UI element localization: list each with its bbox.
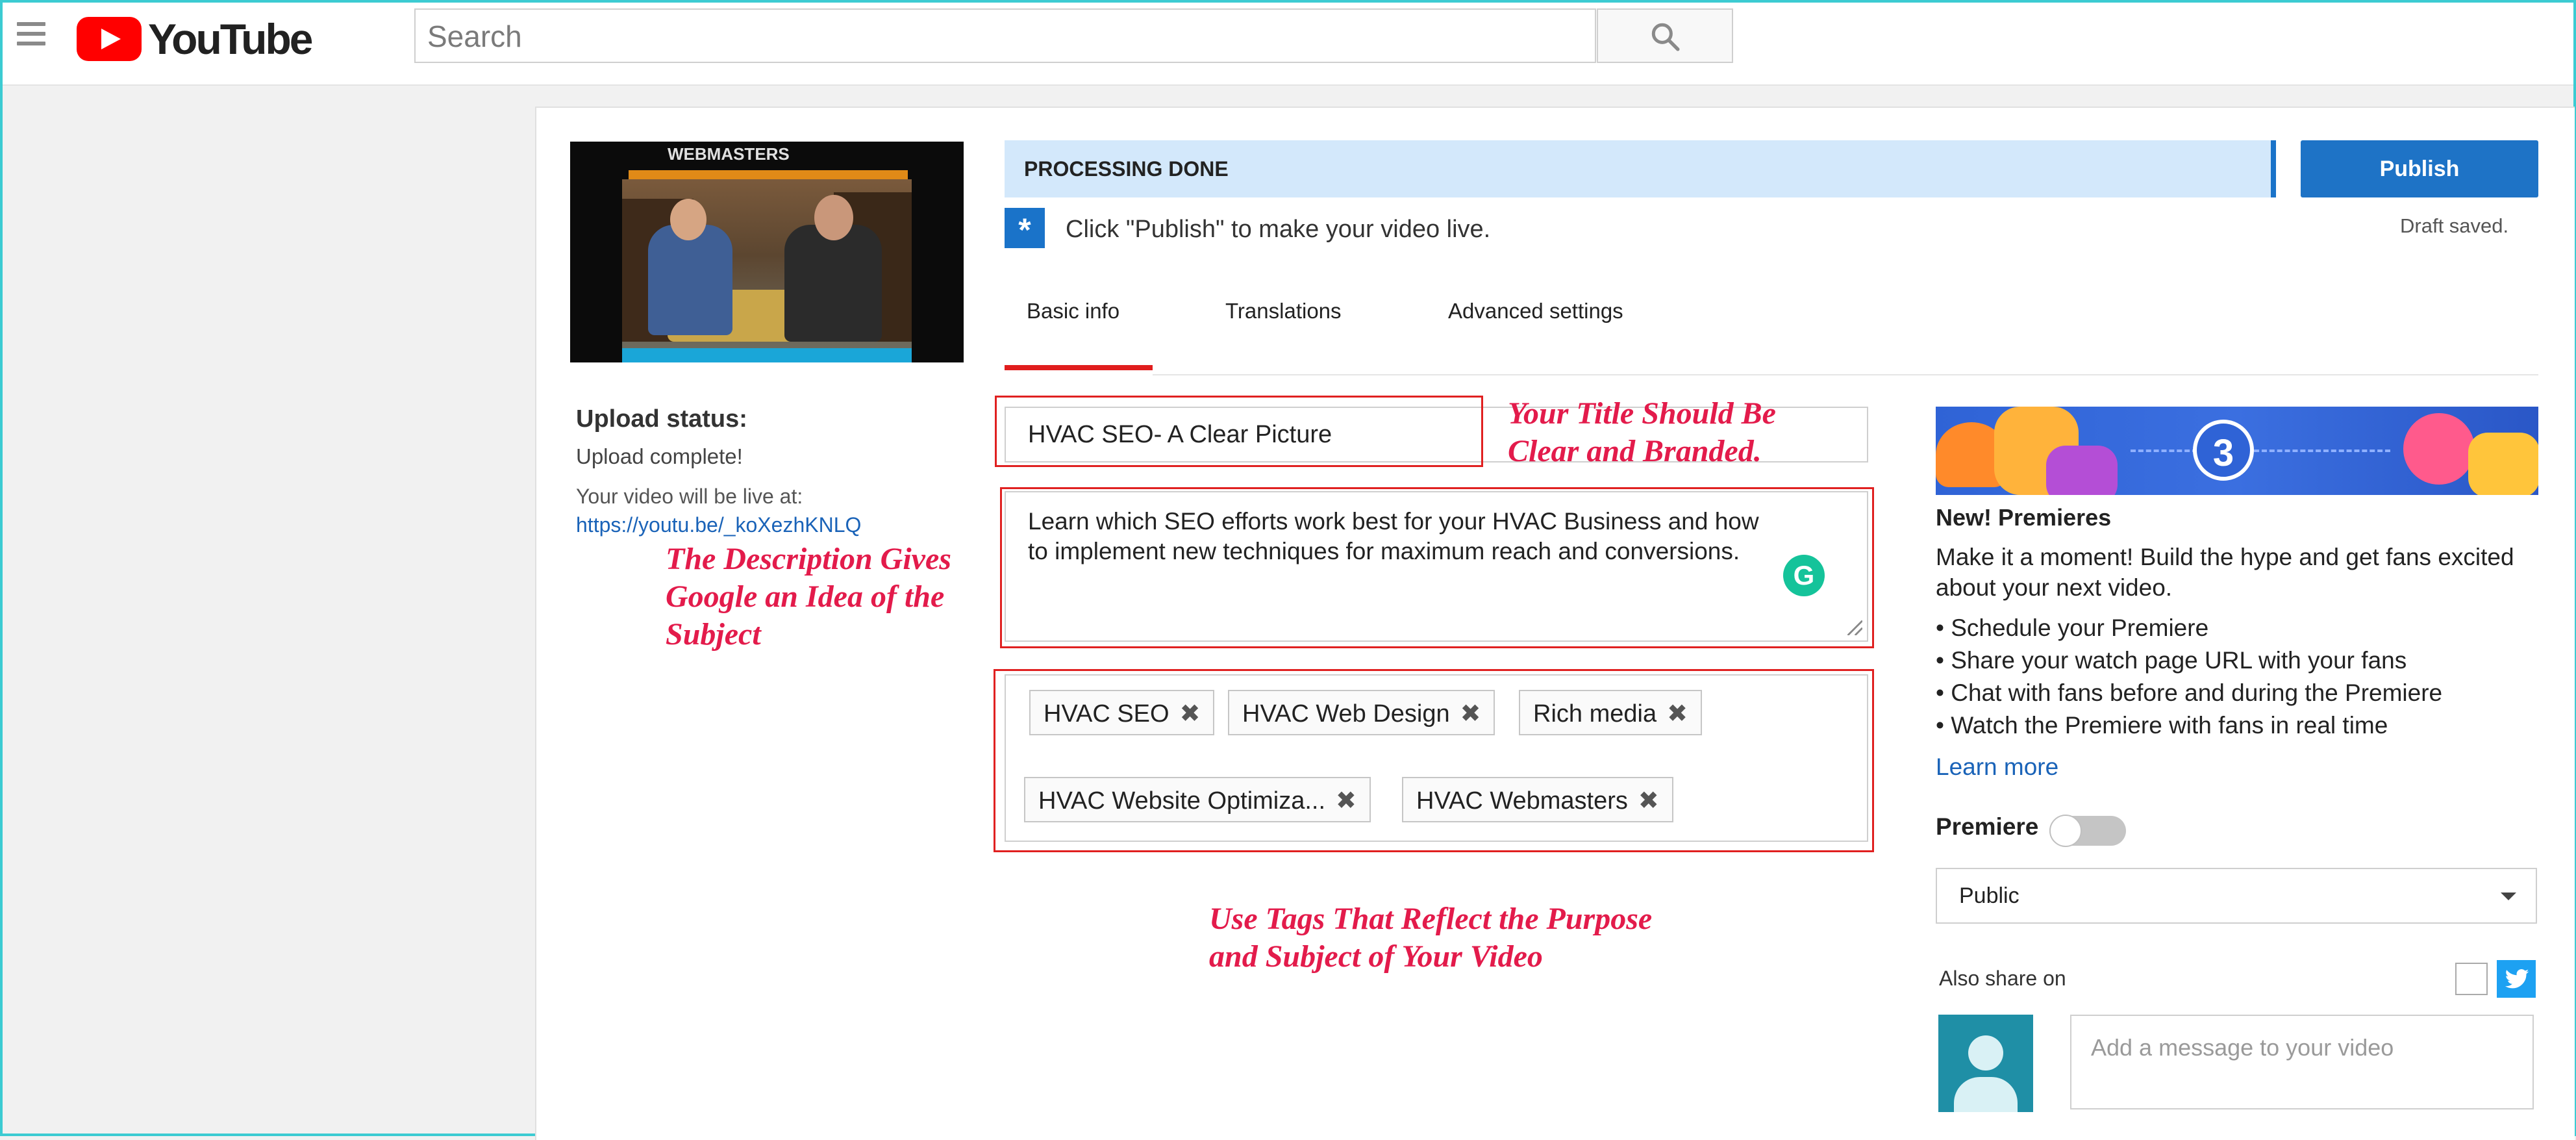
info-star-icon: * [1005, 208, 1045, 248]
tags-highlight-box [994, 669, 1874, 852]
title-highlight-box [995, 396, 1483, 467]
processing-status-bar: PROCESSING DONE [1005, 140, 2276, 197]
premieres-description: Make it a moment! Build the hype and get… [1936, 544, 2514, 601]
premiere-countdown-number: 3 [2193, 420, 2254, 481]
tab-advanced-settings[interactable]: Advanced settings [1448, 299, 1623, 323]
title-annotation: Your Title Should Be Clear and Branded. [1508, 396, 1776, 468]
premieres-title: New! Premieres [1936, 504, 2112, 531]
visibility-select[interactable]: Public [1936, 868, 2537, 924]
avatar [1938, 1015, 2033, 1112]
premiere-toggle[interactable] [2049, 815, 2126, 847]
description-annotation: The Description Gives Google an Idea of … [666, 542, 951, 652]
search-input[interactable]: Search [414, 8, 1596, 63]
premieres-banner-image: 3 [1936, 407, 2538, 495]
youtube-play-icon [77, 17, 142, 61]
publish-button[interactable]: Publish [2301, 140, 2538, 197]
list-item: • Share your watch page URL with your fa… [1936, 647, 2407, 674]
search-icon [1651, 23, 1680, 51]
list-item: • Watch the Premiere with fans in real t… [1936, 712, 2388, 739]
video-url-link[interactable]: https://youtu.be/_koXezhKNLQ [576, 513, 861, 537]
premiere-toggle-label: Premiere [1936, 813, 2039, 840]
share-message-input[interactable]: Add a message to your video [2070, 1015, 2534, 1109]
upload-status-label: Upload status: [576, 405, 747, 433]
tab-translations[interactable]: Translations [1225, 299, 1342, 323]
description-highlight-box [1000, 487, 1874, 648]
video-thumbnail[interactable]: WEBMASTERS [570, 142, 964, 362]
publish-hint-text: Click "Publish" to make your video live. [1066, 216, 1491, 243]
upload-complete-text: Upload complete! [576, 444, 743, 468]
search-button[interactable] [1597, 8, 1733, 63]
youtube-logo[interactable]: YouTube [77, 15, 314, 63]
tags-annotation: Use Tags That Reflect the Purpose and Su… [1209, 902, 1653, 974]
premieres-feature-list: • Schedule your Premiere • Share your wa… [1936, 612, 2442, 742]
list-item: • Schedule your Premiere [1936, 614, 2209, 641]
twitter-icon[interactable] [2497, 960, 2536, 998]
thumbnail-logo-text: WEBMASTERS [668, 144, 790, 164]
live-at-label: Your video will be live at: [576, 485, 803, 508]
also-share-label: Also share on [1939, 967, 2066, 990]
visibility-value: Public [1959, 883, 2020, 908]
share-twitter-checkbox[interactable] [2455, 963, 2488, 995]
draft-saved-text: Draft saved. [2400, 214, 2509, 237]
hamburger-menu-icon[interactable] [17, 22, 45, 45]
active-tab-indicator [1005, 365, 1153, 370]
learn-more-link[interactable]: Learn more [1936, 754, 2058, 781]
masthead: YouTube Search [3, 3, 2573, 86]
list-item: • Chat with fans before and during the P… [1936, 679, 2443, 706]
logo-text: YouTube [148, 15, 314, 63]
tab-divider [1153, 374, 2538, 375]
dropdown-caret-icon [2501, 893, 2516, 900]
tab-basic-info[interactable]: Basic info [1027, 299, 1119, 323]
